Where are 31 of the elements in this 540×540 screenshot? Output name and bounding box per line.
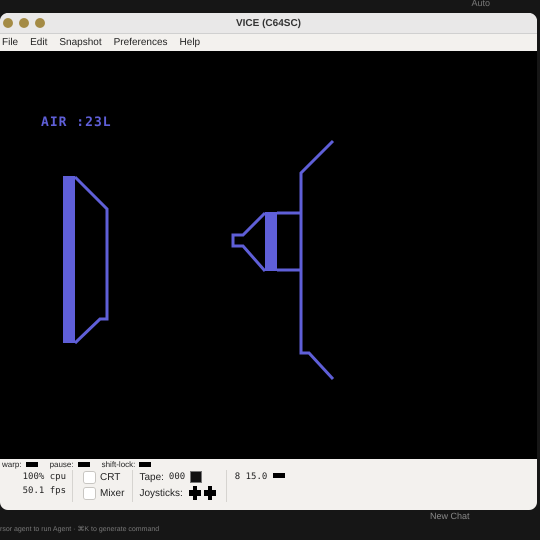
menu-item[interactable]: Help [180,37,200,48]
indicator-label: shift-lock: [102,460,136,469]
tape-label: Tape: [139,472,164,482]
tape-button[interactable] [190,471,202,483]
checkbox-label: CRT [100,472,120,482]
indicator-label: pause: [50,460,74,469]
checkbox[interactable] [83,470,96,484]
menu-item[interactable]: Preferences [114,37,168,48]
minimize-button[interactable] [19,18,29,28]
indicator-label: warp: [2,460,22,469]
drive-led [273,473,286,478]
joystick-icon [188,486,218,500]
speed-readout: 50.1 fps [22,485,66,498]
joysticks-label: Joysticks: [139,488,183,498]
indicator-led [26,462,38,467]
window-title: VICE (C64SC) [236,18,301,28]
menu-item[interactable]: File [2,37,18,48]
checkbox-label: Mixer [100,488,124,498]
auto-button[interactable]: Auto [471,0,490,6]
drive-status: 8 15.0 [234,471,268,484]
close-button[interactable] [3,18,13,28]
menu-item[interactable]: Edit [30,37,48,48]
checkbox[interactable] [83,486,96,500]
menu-item[interactable]: Snapshot [59,37,102,48]
indicator-led [139,462,152,467]
tape-counter: 000 [168,471,186,484]
speed-readout: 100% cpu [22,471,66,484]
indicator-led [78,462,90,467]
new-chat-button[interactable]: New Chat [430,511,470,521]
air-readout: AIR :23L [41,115,112,130]
zoom-button[interactable] [35,18,45,28]
